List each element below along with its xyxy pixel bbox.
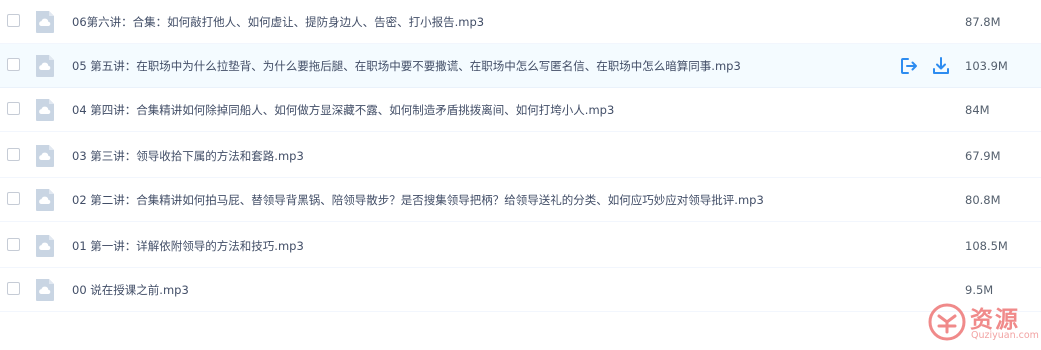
file-size: 108.5M (965, 239, 1008, 253)
file-name[interactable]: 00 说在授课之前.mp3 (72, 268, 189, 312)
file-size: 84M (965, 103, 990, 117)
watermark-subtext: Quziyuan.com (971, 330, 1039, 341)
audio-file-icon (36, 279, 54, 301)
share-icon[interactable] (899, 56, 919, 76)
row-checkbox[interactable] (7, 238, 20, 251)
file-size: 80.8M (965, 193, 1001, 207)
row-checkbox[interactable] (7, 148, 20, 161)
file-row[interactable]: 04 第四讲：合集精讲如何除掉同船人、如何做方显深藏不露、如何制造矛盾挑拨离间、… (0, 88, 1041, 132)
file-size: 87.8M (965, 15, 1001, 29)
download-icon[interactable] (931, 56, 951, 76)
file-row[interactable]: 02 第二讲：合集精讲如何拍马屁、替领导背黑锅、陪领导散步？是否搜集领导把柄？给… (0, 178, 1041, 222)
file-name[interactable]: 02 第二讲：合集精讲如何拍马屁、替领导背黑锅、陪领导散步？是否搜集领导把柄？给… (72, 178, 764, 222)
file-row[interactable]: 01 第一讲：详解依附领导的方法和技巧.mp3 108.5M (0, 224, 1041, 268)
row-checkbox[interactable] (7, 58, 20, 71)
file-name[interactable]: 03 第三讲：领导收拾下属的方法和套路.mp3 (72, 134, 304, 178)
audio-file-icon (36, 11, 54, 33)
watermark-logo-icon (928, 303, 966, 341)
audio-file-icon (36, 99, 54, 121)
file-name[interactable]: 05 第五讲：在职场中为什么拉垫背、为什么要拖后腿、在职场中要不要撒谎、在职场中… (72, 44, 741, 88)
audio-file-icon (36, 55, 54, 77)
file-row[interactable]: 06第六讲：合集：如何敲打他人、如何虚让、提防身边人、告密、打小报告.mp3 87… (0, 0, 1041, 44)
audio-file-icon (36, 235, 54, 257)
row-checkbox[interactable] (7, 102, 20, 115)
file-name[interactable]: 04 第四讲：合集精讲如何除掉同船人、如何做方显深藏不露、如何制造矛盾挑拨离间、… (72, 88, 614, 132)
file-row[interactable]: 05 第五讲：在职场中为什么拉垫背、为什么要拖后腿、在职场中要不要撒谎、在职场中… (0, 44, 1041, 88)
file-name[interactable]: 01 第一讲：详解依附领导的方法和技巧.mp3 (72, 224, 304, 268)
file-name[interactable]: 06第六讲：合集：如何敲打他人、如何虚让、提防身边人、告密、打小报告.mp3 (72, 0, 484, 44)
row-checkbox[interactable] (7, 192, 20, 205)
file-row[interactable]: 03 第三讲：领导收拾下属的方法和套路.mp3 67.9M (0, 134, 1041, 178)
watermark: 资源 Quziyuan.com (925, 300, 1039, 346)
row-checkbox[interactable] (7, 14, 20, 27)
row-checkbox[interactable] (7, 282, 20, 295)
audio-file-icon (36, 145, 54, 167)
audio-file-icon (36, 189, 54, 211)
file-size: 67.9M (965, 149, 1001, 163)
watermark-text: 资源 (970, 307, 1020, 333)
file-size: 103.9M (965, 59, 1008, 73)
file-row[interactable]: 00 说在授课之前.mp3 9.5M (0, 268, 1041, 312)
